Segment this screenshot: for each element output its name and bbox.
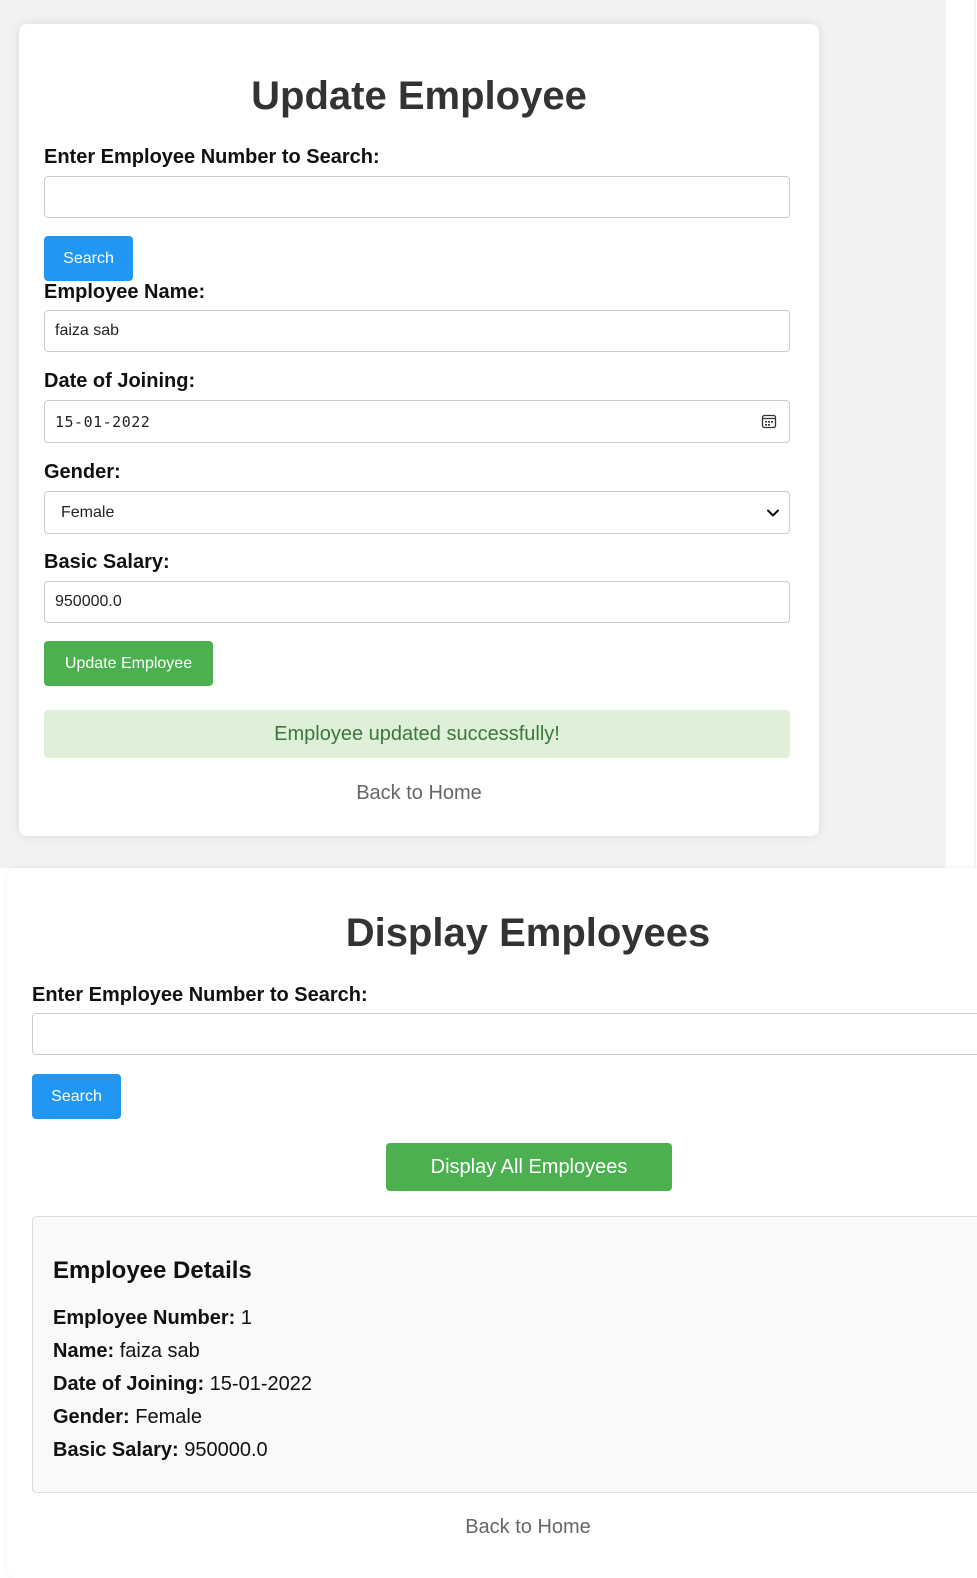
update-search-label: Enter Employee Number to Search: [44, 146, 380, 168]
detail-label: Employee Number: [53, 1307, 236, 1329]
date-of-joining-value: 15-01-2022 [55, 412, 151, 431]
detail-row-gender: Gender: Female [53, 1406, 202, 1429]
back-to-home-link[interactable]: Back to Home [19, 782, 819, 805]
display-employees-card: Display Employees Enter Employee Number … [7, 868, 977, 1578]
gender-select[interactable]: Female [44, 491, 790, 534]
detail-value: faiza sab [119, 1340, 200, 1362]
date-of-joining-input[interactable]: 15-01-2022 [44, 400, 790, 443]
gender-label: Gender: [44, 461, 121, 483]
detail-value: 950000.0 [184, 1439, 268, 1461]
display-search-label: Enter Employee Number to Search: [32, 984, 368, 1006]
update-page-title: Update Employee [251, 74, 587, 118]
detail-value: 15-01-2022 [209, 1373, 312, 1395]
update-employee-button[interactable]: Update Employee [44, 641, 213, 686]
detail-label: Basic Salary: [53, 1439, 179, 1461]
update-search-button[interactable]: Search [44, 236, 133, 281]
calendar-icon[interactable] [761, 413, 777, 429]
gender-selected-value: Female [61, 503, 115, 521]
detail-label: Date of Joining: [53, 1373, 205, 1395]
employee-name-input[interactable]: faiza sab [44, 310, 790, 352]
detail-label: Name: [53, 1340, 115, 1362]
detail-row-basic-salary: Basic Salary: 950000.0 [53, 1439, 268, 1462]
date-of-joining-label: Date of Joining: [44, 370, 196, 392]
detail-row-name: Name: faiza sab [53, 1340, 200, 1363]
detail-row-employee-number: Employee Number: 1 [53, 1307, 252, 1330]
basic-salary-label: Basic Salary: [44, 551, 170, 573]
scrollbar-track[interactable] [974, 0, 976, 868]
scrollbar-gutter [946, 0, 977, 868]
display-search-input[interactable] [32, 1013, 977, 1055]
chevron-down-icon [767, 509, 779, 517]
employee-name-label: Employee Name: [44, 281, 206, 303]
detail-value: 1 [240, 1307, 252, 1329]
employee-details-heading: Employee Details [53, 1257, 252, 1284]
basic-salary-input[interactable]: 950000.0 [44, 581, 790, 623]
success-message: Employee updated successfully! [44, 710, 790, 758]
detail-label: Gender: [53, 1406, 130, 1428]
detail-value: Female [135, 1406, 202, 1428]
display-page-title: Display Employees [345, 911, 711, 955]
detail-row-date-of-joining: Date of Joining: 15-01-2022 [53, 1373, 312, 1396]
update-search-input[interactable] [44, 176, 790, 218]
display-all-employees-button[interactable]: Display All Employees [386, 1143, 672, 1191]
display-back-to-home-link[interactable]: Back to Home [7, 1516, 977, 1539]
employee-details-panel: Employee Details Employee Number: 1 Name… [32, 1216, 977, 1493]
display-search-button[interactable]: Search [32, 1074, 121, 1119]
update-employee-card: Update Employee Enter Employee Number to… [19, 24, 819, 836]
